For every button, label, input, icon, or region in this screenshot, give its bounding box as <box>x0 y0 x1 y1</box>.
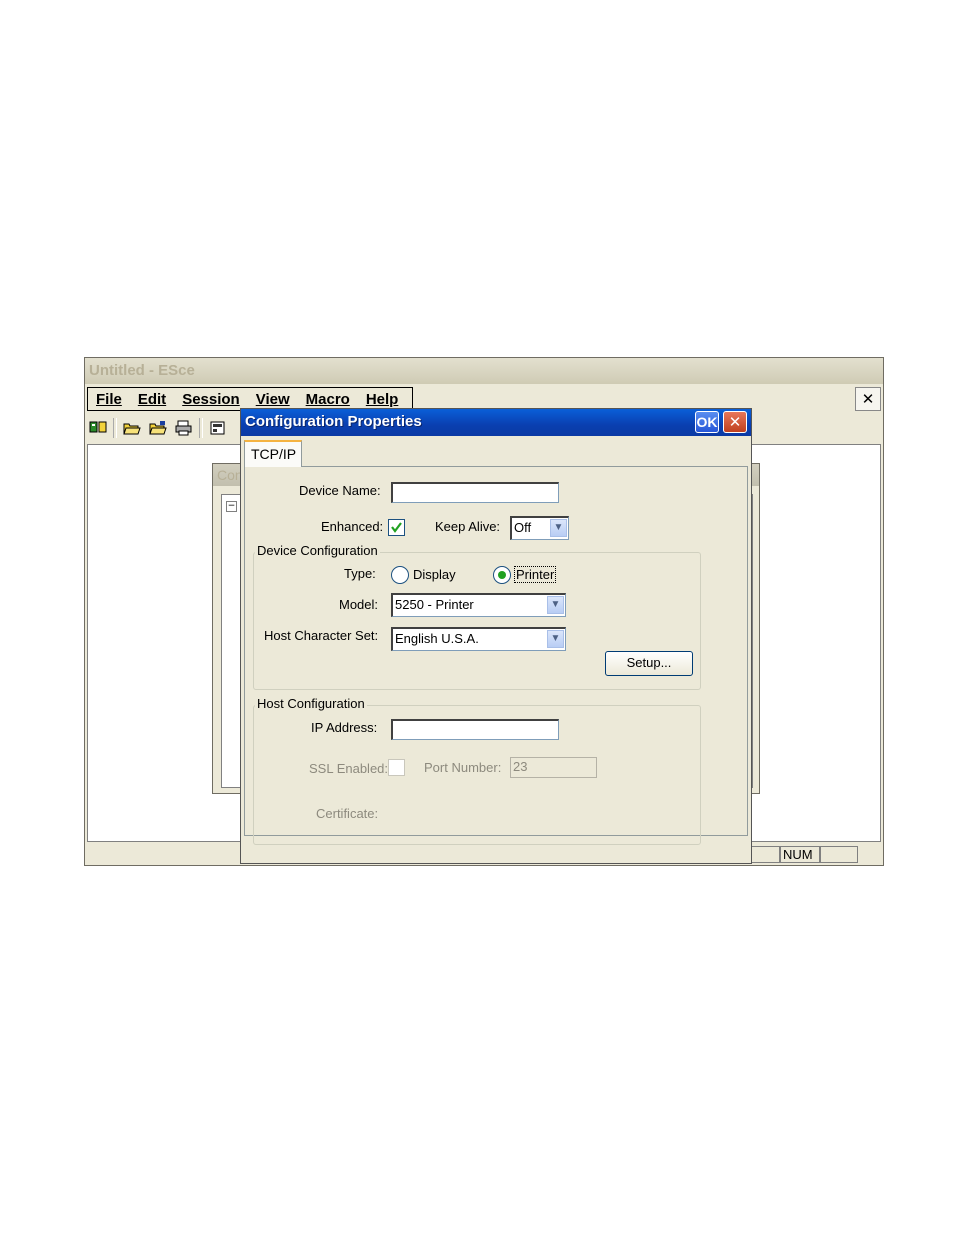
close-icon: ✕ <box>728 413 742 431</box>
type-label: Type: <box>344 566 376 581</box>
host-character-set-select[interactable]: English U.S.A. ▼ <box>391 627 566 651</box>
model-label: Model: <box>339 597 379 612</box>
menu-help[interactable]: Help <box>358 391 407 408</box>
tab-tcpip[interactable]: TCP/IP <box>244 440 302 467</box>
dialog-titlebar[interactable]: Configuration Properties OK ✕ <box>241 409 751 436</box>
status-pane-scrl <box>820 846 858 863</box>
type-display-radio[interactable] <box>391 566 409 584</box>
menu-view[interactable]: View <box>248 391 298 408</box>
menu-edit[interactable]: Edit <box>130 391 174 408</box>
ip-address-label: IP Address: <box>311 720 378 735</box>
checkmark-icon <box>391 522 402 533</box>
ip-address-field[interactable] <box>391 719 559 740</box>
app-titlebar[interactable]: Untitled - ESce <box>85 358 883 384</box>
host-character-set-value: English U.S.A. <box>395 631 479 646</box>
model-select[interactable]: 5250 - Printer ▼ <box>391 593 566 617</box>
keep-alive-value: Off <box>514 520 532 535</box>
chevron-down-icon[interactable]: ▼ <box>547 630 564 648</box>
model-value: 5250 - Printer <box>395 597 474 612</box>
tree-collapse-icon[interactable]: − <box>226 501 237 512</box>
menu-file[interactable]: File <box>88 391 130 408</box>
host-configuration-title: Host Configuration <box>255 696 367 711</box>
dialog-close-button[interactable]: ✕ <box>723 411 747 433</box>
dialog-title: Configuration Properties <box>245 413 422 430</box>
configuration-properties-dialog: Configuration Properties OK ✕ TCP/IP Dev… <box>240 408 752 864</box>
setup-button[interactable]: Setup... <box>605 651 693 676</box>
radio-selected-dot <box>498 571 506 579</box>
open-folder-alt-icon[interactable] <box>147 417 169 439</box>
session-window-title: Con <box>217 467 243 483</box>
enhanced-label: Enhanced: <box>321 519 384 534</box>
print-icon[interactable] <box>173 417 195 439</box>
menu-session[interactable]: Session <box>174 391 248 408</box>
device-configuration-title: Device Configuration <box>255 543 380 558</box>
connect-icon[interactable] <box>87 417 109 439</box>
chevron-down-icon[interactable]: ▼ <box>547 596 564 614</box>
toolbar-separator <box>113 418 117 438</box>
tcpip-tab-page: Device Name: Enhanced: Keep Alive: Off ▼… <box>244 466 748 845</box>
device-name-field[interactable] <box>391 482 559 503</box>
enhanced-checkbox[interactable] <box>388 519 405 536</box>
ok-button[interactable]: OK <box>695 411 719 433</box>
app-close-button[interactable]: ✕ <box>855 387 881 411</box>
host-character-set-label: Host Character Set: <box>264 628 379 643</box>
menu-macro[interactable]: Macro <box>298 391 358 408</box>
keep-alive-label: Keep Alive: <box>435 519 501 534</box>
type-printer-label[interactable]: Printer <box>514 566 557 583</box>
port-number-field[interactable]: 23 <box>510 757 597 778</box>
ssl-enabled-checkbox[interactable] <box>388 759 405 776</box>
chevron-down-icon[interactable]: ▼ <box>550 519 567 537</box>
app-title: Untitled - ESce <box>89 362 195 379</box>
keep-alive-select[interactable]: Off ▼ <box>510 516 569 540</box>
certificate-label: Certificate: <box>316 806 379 821</box>
port-number-label: Port Number: <box>424 760 502 775</box>
toolbar <box>87 416 229 440</box>
toolbar-separator <box>199 418 203 438</box>
status-pane-num: NUM <box>780 846 820 863</box>
close-icon: ✕ <box>861 390 875 408</box>
printer-setup-icon[interactable] <box>207 417 229 439</box>
ssl-enabled-label: SSL Enabled: <box>309 761 389 776</box>
device-name-label: Device Name: <box>299 483 381 498</box>
type-printer-radio[interactable] <box>493 566 511 584</box>
type-display-label[interactable]: Display <box>413 567 456 582</box>
open-folder-icon[interactable] <box>121 417 143 439</box>
